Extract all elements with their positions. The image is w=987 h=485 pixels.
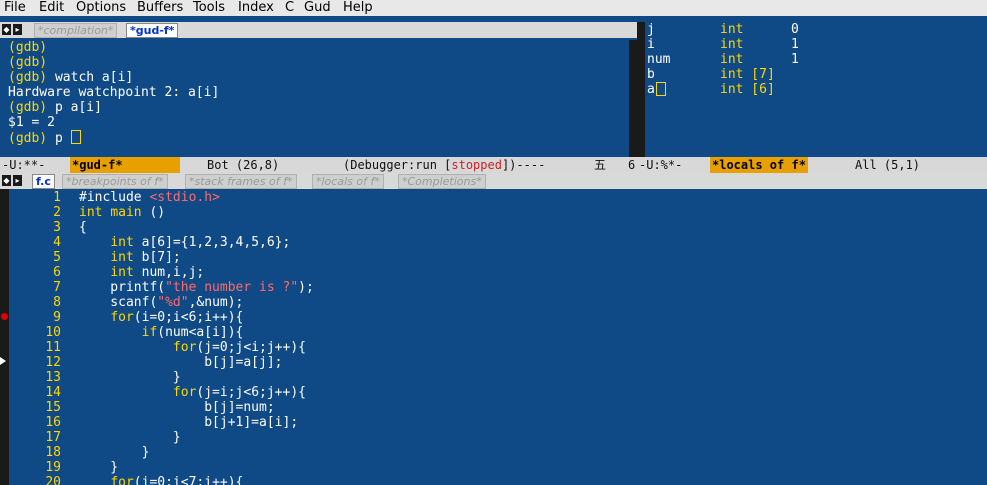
menu-edit[interactable]: Edit — [39, 0, 64, 16]
line-number: 5 — [53, 250, 61, 265]
code-line[interactable]: for(i=0;i<7;i++){ — [79, 475, 243, 485]
tab-locals[interactable]: *locals of f* — [312, 174, 384, 189]
mode-line-buffer-name[interactable]: *gud-f* — [70, 157, 180, 173]
gud-console[interactable]: (gdb) (gdb) (gdb) watch a[i] Hardware wa… — [0, 40, 629, 157]
console-line: (gdb) — [8, 55, 48, 70]
menu-c[interactable]: C — [285, 0, 294, 16]
line-number: 4 — [53, 235, 61, 250]
console-line: (gdb) watch a[i] — [8, 70, 134, 85]
line-number: 6 — [53, 265, 61, 280]
input-method-indicator: 五 — [594, 158, 607, 172]
tab-gud-f[interactable]: *gud-f* — [126, 23, 179, 38]
menu-file[interactable]: File — [4, 0, 26, 16]
left-fringe — [0, 189, 9, 485]
header-nav-icon[interactable]: ▸ — [13, 24, 22, 35]
locals-panel: j int 0 i int 1 num int 1 b int [7] a in… — [647, 22, 799, 97]
code-line[interactable]: int b[7]; — [79, 250, 180, 265]
text-cursor — [656, 82, 666, 96]
tab-stack-frames[interactable]: *stack frames of f* — [185, 174, 297, 189]
line-number: 14 — [45, 385, 61, 400]
code-line[interactable]: scanf("%d",&num); — [79, 295, 243, 310]
header-nav-icon[interactable]: ◆ — [2, 24, 11, 35]
mode-line-buffer-name[interactable]: *locals of f* — [710, 157, 808, 173]
line-number: 3 — [53, 220, 61, 235]
code-line[interactable]: for(j=0;j<i;j++){ — [79, 340, 306, 355]
menu-buffers[interactable]: Buffers — [137, 0, 183, 16]
line-number: 20 — [45, 475, 61, 485]
current-line-arrow-icon — [0, 357, 6, 365]
menu-tools[interactable]: Tools — [193, 0, 225, 16]
line-number: 15 — [45, 400, 61, 415]
code-line[interactable]: for(i=0;i<6;i++){ — [79, 310, 243, 325]
line-number: 19 — [45, 460, 61, 475]
console-line: (gdb) p a[i] — [8, 100, 102, 115]
vertical-scrollbar[interactable] — [629, 40, 637, 157]
line-number: 10 — [45, 325, 61, 340]
source-editor[interactable]: 1 #include <stdio.h> 2 int main () 3 { 4… — [9, 189, 987, 485]
menu-help[interactable]: Help — [343, 0, 373, 16]
line-number: 7 — [53, 280, 61, 295]
tab-completions[interactable]: *Completions* — [398, 174, 486, 189]
console-line: Hardware watchpoint 2: a[i] — [8, 85, 220, 100]
code-line[interactable]: } — [79, 430, 181, 445]
code-line[interactable]: b[j]=num; — [79, 400, 274, 415]
menu-gud[interactable]: Gud — [304, 0, 331, 16]
line-number: 9 — [53, 310, 61, 325]
line-number: 18 — [45, 445, 61, 460]
code-line[interactable]: { — [79, 220, 87, 235]
header-nav-icon[interactable]: ◆ — [2, 175, 11, 186]
console-input-line[interactable]: (gdb) p — [8, 130, 81, 146]
code-line[interactable]: } — [79, 370, 181, 385]
code-line[interactable]: } — [79, 460, 118, 475]
line-number: 1 — [53, 190, 61, 205]
menu-options[interactable]: Options — [76, 0, 126, 16]
console-line: (gdb) — [8, 40, 48, 55]
menu-bar: File Edit Options Buffers Tools Index C … — [0, 0, 987, 16]
code-line[interactable]: int num,i,j; — [79, 265, 204, 280]
gud-header-line: ◆ ▸ *compilation* *gud-f* — [0, 22, 637, 38]
line-number: 16 — [45, 415, 61, 430]
line-number: 13 — [45, 370, 61, 385]
code-line[interactable]: b[j+1]=a[i]; — [79, 415, 298, 430]
menu-index[interactable]: Index — [238, 0, 274, 16]
breakpoint-dot-icon[interactable] — [1, 313, 8, 320]
tab-source-file[interactable]: f.c — [32, 174, 55, 189]
code-line[interactable]: int main () — [79, 205, 165, 220]
code-line[interactable]: printf("the number is ?"); — [79, 280, 314, 295]
code-line[interactable]: int a[6]={1,2,3,4,5,6}; — [79, 235, 290, 250]
tab-breakpoints[interactable]: *breakpoints of f* — [62, 174, 168, 189]
window-divider — [637, 22, 645, 157]
source-header-line: ◆ ▸ f.c *breakpoints of f* *stack frames… — [0, 173, 987, 189]
header-nav-icon[interactable]: ▸ — [13, 175, 22, 186]
line-number: 17 — [45, 430, 61, 445]
tab-compilation[interactable]: *compilation* — [34, 23, 118, 38]
console-line: $1 = 2 — [8, 115, 55, 130]
line-number: 12 — [45, 355, 61, 370]
line-number: 2 — [53, 205, 61, 220]
text-cursor — [70, 130, 81, 144]
line-number: 11 — [45, 340, 61, 355]
gud-mode-line: -U:**- *gud-f* Bot (26,8) (Debugger:run … — [0, 157, 637, 173]
code-line[interactable]: } — [79, 445, 150, 460]
locals-mode-line: -U:%*- *locals of f* All (5,1) — [637, 157, 987, 173]
line-number: 8 — [53, 295, 61, 310]
code-line[interactable]: b[j]=a[j]; — [79, 355, 282, 370]
code-line[interactable]: if(num<a[i]){ — [79, 325, 244, 340]
code-line[interactable]: #include <stdio.h> — [79, 190, 220, 205]
code-line[interactable]: for(j=i;j<6;j++){ — [79, 385, 306, 400]
